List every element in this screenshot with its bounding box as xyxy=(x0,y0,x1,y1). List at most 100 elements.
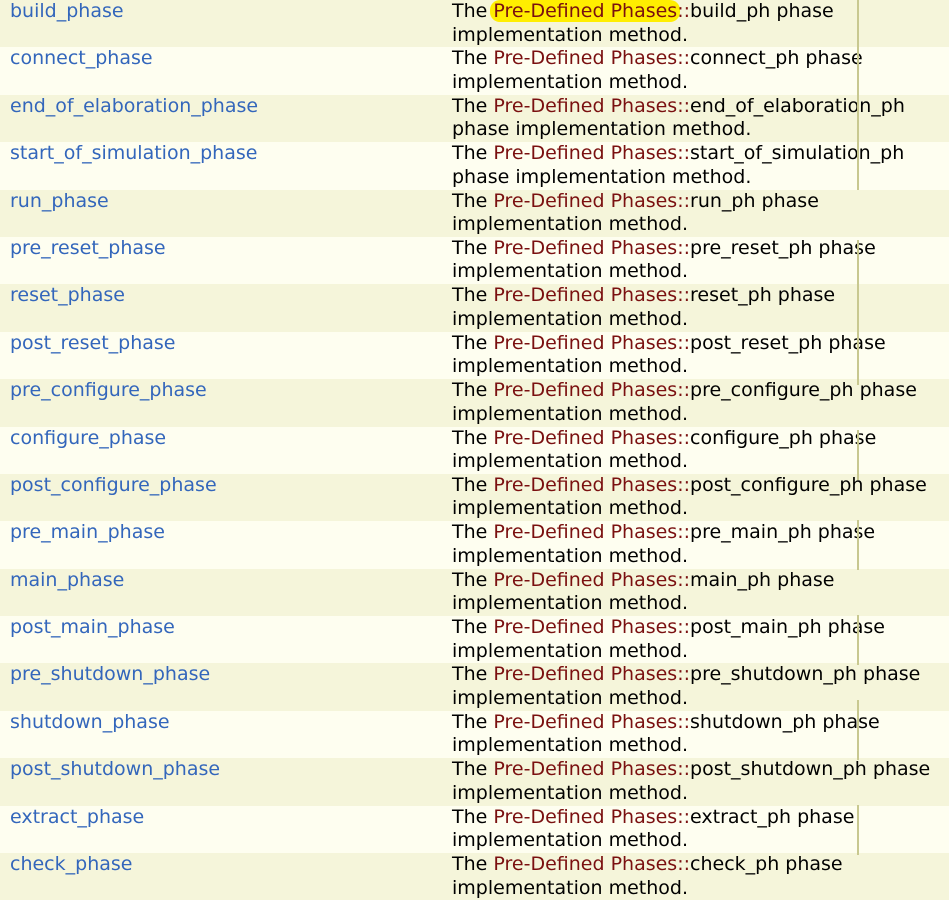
method-name-link[interactable]: check_phase xyxy=(0,853,442,900)
description-prefix: The xyxy=(452,284,494,307)
description-prefix: The xyxy=(452,379,494,402)
description-prefix: The xyxy=(452,142,494,165)
scope-separator: :: xyxy=(677,331,691,354)
method-name-link[interactable]: shutdown_phase xyxy=(0,711,442,758)
class-link[interactable]: Pre-Defined Phases xyxy=(493,711,677,733)
method-name-link[interactable]: end_of_elaboration_phase xyxy=(0,95,442,142)
scope-separator: :: xyxy=(677,426,691,449)
scope-separator: :: xyxy=(677,0,691,22)
method-name-link[interactable]: pre_shutdown_phase xyxy=(0,663,442,710)
description-prefix: The xyxy=(452,0,494,22)
method-name-link[interactable]: connect_phase xyxy=(0,47,442,94)
table-row: configure_phase The Pre-Defined Phases::c… xyxy=(0,426,949,474)
phase-name: post_configure_ph xyxy=(690,473,864,496)
table-row: post_main_phase The Pre-Defined Phases::p… xyxy=(0,616,949,664)
description-prefix: The xyxy=(452,663,494,686)
phase-name: run_ph xyxy=(690,189,756,212)
description-prefix: The xyxy=(452,94,494,117)
method-name-link[interactable]: main_phase xyxy=(0,569,442,616)
class-link[interactable]: Pre-Defined Phases xyxy=(493,758,677,780)
column-divider xyxy=(857,520,859,570)
phase-name: check_ph xyxy=(690,853,780,876)
class-link[interactable]: Pre-Defined Phases xyxy=(493,95,677,117)
class-link[interactable]: Pre-Defined Phases xyxy=(493,142,677,164)
method-description: The Pre-Defined Phases::pre_reset_ph pha… xyxy=(442,237,949,284)
phase-name: end_of_elaboration_ph xyxy=(690,94,905,117)
method-name-link[interactable]: reset_phase xyxy=(0,284,442,331)
class-link[interactable]: Pre-Defined Phases xyxy=(493,663,677,685)
phase-name: pre_reset_ph xyxy=(690,236,813,259)
method-name-link[interactable]: post_main_phase xyxy=(0,616,442,663)
description-prefix: The xyxy=(452,426,494,449)
class-link[interactable]: Pre-Defined Phases xyxy=(493,284,677,306)
table-row: pre_shutdown_phase The Pre-Defined Phases… xyxy=(0,663,949,711)
phase-name: build_ph xyxy=(690,0,771,22)
table-row: shutdown_phase The Pre-Defined Phases::sh… xyxy=(0,710,949,759)
table-row: connect_phase The Pre-Defined Phases::con… xyxy=(0,47,949,95)
method-name-link[interactable]: extract_phase xyxy=(0,806,442,853)
table-row: pre_configure_phase The Pre-Defined Phase… xyxy=(0,379,949,427)
method-name-link[interactable]: pre_main_phase xyxy=(0,521,442,568)
table-row: pre_reset_phase The Pre-Defined Phases::p… xyxy=(0,236,949,285)
method-name-link[interactable]: build_phase xyxy=(0,0,442,47)
method-name-link[interactable]: run_phase xyxy=(0,190,442,237)
scope-separator: :: xyxy=(677,805,691,828)
phase-name: reset_ph xyxy=(690,284,772,307)
column-divider xyxy=(857,700,859,760)
table-row: post_reset_phase The Pre-Defined Phases::… xyxy=(0,331,949,380)
table-row: end_of_elaboration_phase The Pre-Defined … xyxy=(0,94,949,143)
method-description: The Pre-Defined Phases::extract_ph phase… xyxy=(442,806,949,853)
phase-name: shutdown_ph xyxy=(690,710,817,733)
description-prefix: The xyxy=(452,331,494,354)
class-link[interactable]: Pre-Defined Phases xyxy=(493,427,677,449)
class-link[interactable]: Pre-Defined Phases xyxy=(493,806,677,828)
phase-name: post_main_ph xyxy=(690,616,822,639)
class-link[interactable]: Pre-Defined Phases xyxy=(493,616,677,638)
method-description: The Pre-Defined Phases::connect_ph phase… xyxy=(442,47,949,94)
description-prefix: The xyxy=(452,568,494,591)
method-name-link[interactable]: pre_reset_phase xyxy=(0,237,442,284)
method-name-link[interactable]: post_reset_phase xyxy=(0,332,442,379)
scope-separator: :: xyxy=(677,663,691,686)
method-name-link[interactable]: post_configure_phase xyxy=(0,474,442,521)
scope-separator: :: xyxy=(677,47,691,70)
scope-separator: :: xyxy=(677,521,691,544)
method-description: The Pre-Defined Phases::main_ph phase im… xyxy=(442,569,949,616)
class-link[interactable]: Pre-Defined Phases xyxy=(493,521,677,543)
method-description: The Pre-Defined Phases::start_of_simulat… xyxy=(442,142,949,189)
method-name-link[interactable]: configure_phase xyxy=(0,427,442,474)
description-prefix: The xyxy=(452,710,494,733)
phase-name: pre_configure_ph xyxy=(690,379,854,402)
scope-separator: :: xyxy=(677,616,691,639)
description-prefix: The xyxy=(452,616,494,639)
column-divider xyxy=(857,240,859,335)
class-link[interactable]: Pre-Defined Phases xyxy=(493,474,677,496)
phase-name: main_ph xyxy=(690,568,772,591)
phase-name: post_shutdown_ph xyxy=(690,758,867,781)
column-divider xyxy=(857,805,859,855)
class-link[interactable]: Pre-Defined Phases xyxy=(493,47,677,69)
scope-separator: :: xyxy=(677,568,691,591)
method-description: The Pre-Defined Phases::build_ph phase i… xyxy=(442,0,949,47)
scope-separator: :: xyxy=(677,142,691,165)
table-row: run_phase The Pre-Defined Phases::run_ph … xyxy=(0,189,949,237)
class-link[interactable]: Pre-Defined Phases xyxy=(493,332,677,354)
method-name-link[interactable]: post_shutdown_phase xyxy=(0,758,442,805)
class-link[interactable]: Pre-Defined Phases xyxy=(493,853,677,875)
scope-separator: :: xyxy=(677,284,691,307)
class-link[interactable]: Pre-Defined Phases xyxy=(490,0,681,22)
class-link[interactable]: Pre-Defined Phases xyxy=(493,237,677,259)
description-prefix: The xyxy=(452,236,494,259)
class-link[interactable]: Pre-Defined Phases xyxy=(493,190,677,212)
class-link[interactable]: Pre-Defined Phases xyxy=(493,379,677,401)
method-description: The Pre-Defined Phases::post_configure_p… xyxy=(442,474,949,521)
description-suffix: phase implementation method. xyxy=(452,118,752,141)
description-prefix: The xyxy=(452,758,494,781)
table-row: extract_phase The Pre-Defined Phases::ext… xyxy=(0,805,949,854)
method-name-link[interactable]: pre_configure_phase xyxy=(0,379,442,426)
method-name-link[interactable]: start_of_simulation_phase xyxy=(0,142,442,189)
class-link[interactable]: Pre-Defined Phases xyxy=(493,569,677,591)
table-row: reset_phase The Pre-Defined Phases::reset… xyxy=(0,284,949,332)
description-prefix: The xyxy=(452,189,494,212)
phase-name: post_reset_ph xyxy=(690,331,823,354)
